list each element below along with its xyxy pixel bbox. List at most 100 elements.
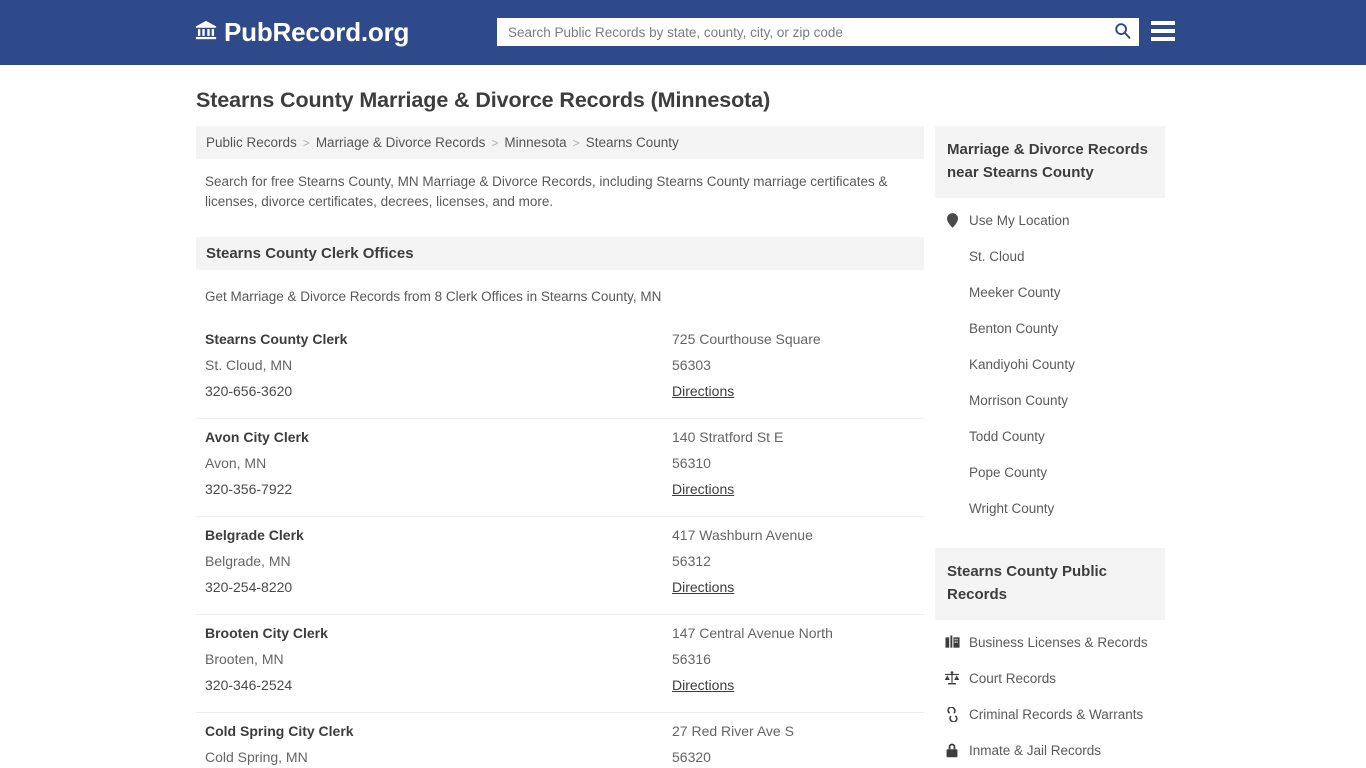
- office-address-column: 27 Red River Ave S 56320 Directions: [672, 718, 915, 768]
- search-input[interactable]: [497, 19, 1105, 45]
- office-phone: 320-656-3620: [205, 383, 293, 399]
- breadcrumb: Public Records > Marriage & Divorce Reco…: [196, 126, 924, 159]
- table-row: Cold Spring City Clerk Cold Spring, MN 3…: [196, 712, 924, 768]
- blank-icon: [944, 500, 960, 516]
- sidebar-item-wright-county[interactable]: Wright County: [935, 490, 1165, 526]
- sidebar-item-label: Business Licenses & Records: [969, 634, 1148, 650]
- sidebar-item-label: Court Records: [969, 670, 1057, 686]
- office-address: 27 Red River Ave S: [672, 723, 794, 739]
- office-zip: 56316: [672, 651, 711, 667]
- table-row: Stearns County Clerk St. Cloud, MN 320-6…: [196, 321, 924, 418]
- office-zip: 56320: [672, 749, 711, 765]
- table-row: Brooten City Clerk Brooten, MN 320-346-2…: [196, 614, 924, 712]
- breadcrumb-item-marriage-divorce-records[interactable]: Marriage & Divorce Records: [316, 135, 486, 150]
- directions-link[interactable]: Directions: [672, 574, 734, 600]
- sidebar-item-label: Benton County: [969, 320, 1059, 336]
- sidebar-item-label: Inmate & Jail Records: [969, 742, 1102, 758]
- office-name: Cold Spring City Clerk: [205, 723, 354, 739]
- office-name: Stearns County Clerk: [205, 331, 348, 347]
- bank-building-icon: [195, 19, 217, 46]
- sidebar-item-label: Criminal Records & Warrants: [969, 706, 1144, 722]
- office-address: 725 Courthouse Square: [672, 331, 821, 347]
- search-button[interactable]: [1105, 18, 1139, 46]
- sidebar-item-label: Pope County: [969, 464, 1048, 480]
- site-header: PubRecord.org: [0, 0, 1366, 65]
- office-city-state: St. Cloud, MN: [205, 357, 293, 373]
- breadcrumb-separator: >: [572, 135, 580, 150]
- office-name: Belgrade Clerk: [205, 527, 304, 543]
- office-address: 417 Washburn Avenue: [672, 527, 813, 543]
- scales-of-justice-icon: [944, 670, 960, 686]
- breadcrumb-item-minnesota[interactable]: Minnesota: [504, 135, 566, 150]
- office-primary-column: Avon City Clerk Avon, MN 320-356-7922: [205, 424, 672, 502]
- sidebar-item-kandiyohi-county[interactable]: Kandiyohi County: [935, 346, 1165, 382]
- table-row: Avon City Clerk Avon, MN 320-356-7922 14…: [196, 418, 924, 516]
- sidebar: Marriage & Divorce Records near Stearns …: [935, 126, 1165, 768]
- office-address-column: 725 Courthouse Square 56303 Directions: [672, 326, 915, 404]
- page-body: Stearns County Marriage & Divorce Record…: [0, 65, 1366, 765]
- clerk-office-list: Stearns County Clerk St. Cloud, MN 320-6…: [196, 321, 924, 768]
- lock-icon: [944, 742, 960, 758]
- hamburger-menu-icon[interactable]: [1151, 18, 1175, 44]
- office-address: 147 Central Avenue North: [672, 625, 833, 641]
- sidebar-item-court-records[interactable]: Court Records: [935, 660, 1165, 696]
- search-icon: [1114, 22, 1131, 42]
- breadcrumb-item-stearns-county: Stearns County: [585, 135, 679, 150]
- directions-link[interactable]: Directions: [672, 476, 734, 502]
- blank-icon: [944, 392, 960, 408]
- directions-link[interactable]: Directions: [672, 378, 734, 404]
- blank-icon: [944, 320, 960, 336]
- building-icon: [944, 634, 960, 650]
- sidebar-public-records-heading: Stearns County Public Records: [935, 548, 1165, 620]
- sidebar-item-label: Todd County: [969, 428, 1045, 444]
- sidebar-item-inmate-jail-records[interactable]: Inmate & Jail Records: [935, 732, 1165, 768]
- clerk-offices-heading: Stearns County Clerk Offices: [196, 237, 924, 270]
- office-city-state: Cold Spring, MN: [205, 749, 308, 765]
- sidebar-item-meeker-county[interactable]: Meeker County: [935, 274, 1165, 310]
- office-address-column: 147 Central Avenue North 56316 Direction…: [672, 620, 915, 698]
- office-city-state: Avon, MN: [205, 455, 267, 471]
- page-title: Stearns County Marriage & Divorce Record…: [196, 88, 771, 112]
- office-phone: 320-346-2524: [205, 677, 293, 693]
- sidebar-nearby-heading: Marriage & Divorce Records near Stearns …: [935, 126, 1165, 198]
- office-zip: 56310: [672, 455, 711, 471]
- sidebar-item-todd-county[interactable]: Todd County: [935, 418, 1165, 454]
- search-bar[interactable]: [497, 18, 1139, 46]
- blank-icon: [944, 248, 960, 264]
- sidebar-item-morrison-county[interactable]: Morrison County: [935, 382, 1165, 418]
- office-primary-column: Cold Spring City Clerk Cold Spring, MN 3…: [205, 718, 672, 768]
- sidebar-item-label: Wright County: [969, 500, 1055, 516]
- office-address-column: 140 Stratford St E 56310 Directions: [672, 424, 915, 502]
- sidebar-item-use-my-location[interactable]: Use My Location: [935, 202, 1165, 238]
- site-logo[interactable]: PubRecord.org: [195, 17, 409, 48]
- office-zip: 56303: [672, 357, 711, 373]
- sidebar-item-label: St. Cloud: [969, 248, 1025, 264]
- office-city-state: Brooten, MN: [205, 651, 284, 667]
- breadcrumb-separator: >: [302, 135, 310, 150]
- blank-icon: [944, 284, 960, 300]
- map-pin-icon: [944, 212, 960, 228]
- breadcrumb-separator: >: [491, 135, 499, 150]
- office-name: Brooten City Clerk: [205, 625, 328, 641]
- sidebar-item-criminal-records[interactable]: Criminal Records & Warrants: [935, 696, 1165, 732]
- sidebar-item-st-cloud[interactable]: St. Cloud: [935, 238, 1165, 274]
- table-row: Belgrade Clerk Belgrade, MN 320-254-8220…: [196, 516, 924, 614]
- office-primary-column: Stearns County Clerk St. Cloud, MN 320-6…: [205, 326, 672, 404]
- sidebar-item-label: Kandiyohi County: [969, 356, 1075, 372]
- blank-icon: [944, 428, 960, 444]
- sidebar-item-benton-county[interactable]: Benton County: [935, 310, 1165, 346]
- office-primary-column: Brooten City Clerk Brooten, MN 320-346-2…: [205, 620, 672, 698]
- office-phone: 320-356-7922: [205, 481, 293, 497]
- office-zip: 56312: [672, 553, 711, 569]
- office-primary-column: Belgrade Clerk Belgrade, MN 320-254-8220: [205, 522, 672, 600]
- sidebar-item-business-licenses[interactable]: Business Licenses & Records: [935, 624, 1165, 660]
- sidebar-item-label: Meeker County: [969, 284, 1061, 300]
- sidebar-item-label: Use My Location: [969, 212, 1070, 228]
- breadcrumb-item-public-records[interactable]: Public Records: [206, 135, 297, 150]
- sidebar-item-label: Morrison County: [969, 392, 1069, 408]
- sidebar-item-pope-county[interactable]: Pope County: [935, 454, 1165, 490]
- page-description: Search for free Stearns County, MN Marri…: [205, 174, 888, 209]
- office-city-state: Belgrade, MN: [205, 553, 291, 569]
- clerk-offices-subheading: Get Marriage & Divorce Records from 8 Cl…: [205, 289, 662, 304]
- directions-link[interactable]: Directions: [672, 672, 734, 698]
